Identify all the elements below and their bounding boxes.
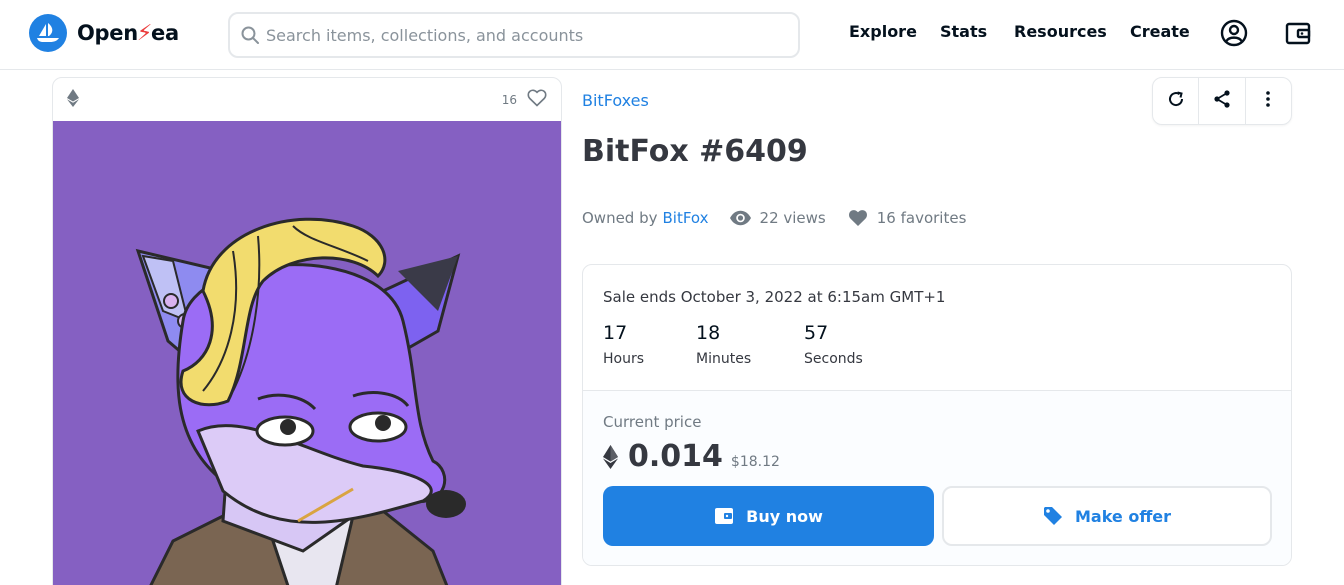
brand-name: Open ⚡ ea <box>77 21 179 46</box>
current-price-label: Current price <box>603 413 702 431</box>
heart-filled-icon <box>848 209 868 227</box>
search-input[interactable] <box>266 25 766 45</box>
fox-illustration <box>53 121 561 585</box>
eye-icon <box>729 210 752 226</box>
item-meta-row: Owned by BitFox 22 views 16 favorites <box>582 209 966 227</box>
countdown-seconds: 57 Seconds <box>804 322 863 367</box>
price-section: Current price 0.014 $18.12 Buy now Make … <box>583 391 1291 565</box>
brand-name-bolt: ⚡ <box>136 20 153 46</box>
item-title: BitFox #6409 <box>582 134 808 169</box>
price-eth: 0.014 <box>628 439 723 474</box>
tag-icon <box>1043 506 1063 526</box>
owner-info: Owned by BitFox <box>582 209 709 227</box>
refresh-button[interactable] <box>1153 78 1200 124</box>
countdown-minutes-label: Minutes <box>696 351 752 367</box>
nav-stats[interactable]: Stats <box>940 22 987 41</box>
price-row: 0.014 $18.12 <box>603 439 780 474</box>
countdown-seconds-label: Seconds <box>804 351 863 367</box>
nft-artwork-image[interactable] <box>53 121 561 585</box>
brand-name-prefix: Open <box>77 21 138 45</box>
favorite-control[interactable]: 16 <box>502 89 547 110</box>
sale-timer-section: Sale ends October 3, 2022 at 6:15am GMT+… <box>583 265 1291 391</box>
wallet-icon <box>714 507 734 525</box>
ethereum-icon <box>603 444 618 469</box>
ethereum-icon <box>67 88 79 111</box>
more-vertical-icon <box>1265 90 1271 112</box>
collection-link[interactable]: BitFoxes <box>582 91 649 110</box>
brand-name-suffix: ea <box>151 21 179 45</box>
sailboat-icon <box>29 14 67 52</box>
countdown-minutes-value: 18 <box>696 322 721 344</box>
nav-explore[interactable]: Explore <box>849 22 917 41</box>
views-text: 22 views <box>759 209 826 227</box>
nav-resources[interactable]: Resources <box>1014 22 1107 41</box>
countdown-hours-label: Hours <box>603 351 645 367</box>
nft-image-card: 16 <box>52 77 562 585</box>
favorite-count: 16 <box>501 92 517 107</box>
opensea-logo[interactable]: Open ⚡ ea <box>29 14 179 52</box>
buy-now-button[interactable]: Buy now <box>603 486 934 546</box>
item-action-group <box>1152 77 1292 125</box>
favorites-text: 16 favorites <box>876 209 967 227</box>
nav-create[interactable]: Create <box>1130 22 1190 41</box>
owner-link[interactable]: BitFox <box>663 209 709 227</box>
views-count: 22 views <box>729 209 826 227</box>
share-icon <box>1212 89 1232 113</box>
more-options-button[interactable] <box>1246 78 1291 124</box>
top-navbar: Open⚡ea Explore Stats Resources Create <box>0 0 1344 70</box>
account-circle-icon[interactable] <box>1220 19 1248 47</box>
buy-now-label: Buy now <box>746 506 823 526</box>
owned-by-label: Owned by <box>582 209 658 227</box>
sale-ends-text: Sale ends October 3, 2022 at 6:15am GMT+… <box>603 288 946 306</box>
search-icon <box>240 24 262 46</box>
price-usd: $18.12 <box>730 453 780 470</box>
heart-outline-icon[interactable] <box>527 89 547 110</box>
card-header: 16 <box>53 78 561 121</box>
favorites-count: 16 favorites <box>848 209 967 227</box>
countdown-hours-value: 17 <box>603 322 628 344</box>
share-button[interactable] <box>1199 78 1246 124</box>
make-offer-button[interactable]: Make offer <box>942 486 1272 546</box>
refresh-icon <box>1167 90 1185 112</box>
search-bar[interactable] <box>228 12 800 58</box>
countdown-hours: 17 Hours <box>603 322 644 367</box>
countdown-minutes: 18 Minutes <box>696 322 751 367</box>
wallet-icon[interactable] <box>1284 19 1312 47</box>
countdown-seconds-value: 57 <box>804 322 829 344</box>
make-offer-label: Make offer <box>1074 506 1172 526</box>
sale-panel: Sale ends October 3, 2022 at 6:15am GMT+… <box>582 264 1292 566</box>
